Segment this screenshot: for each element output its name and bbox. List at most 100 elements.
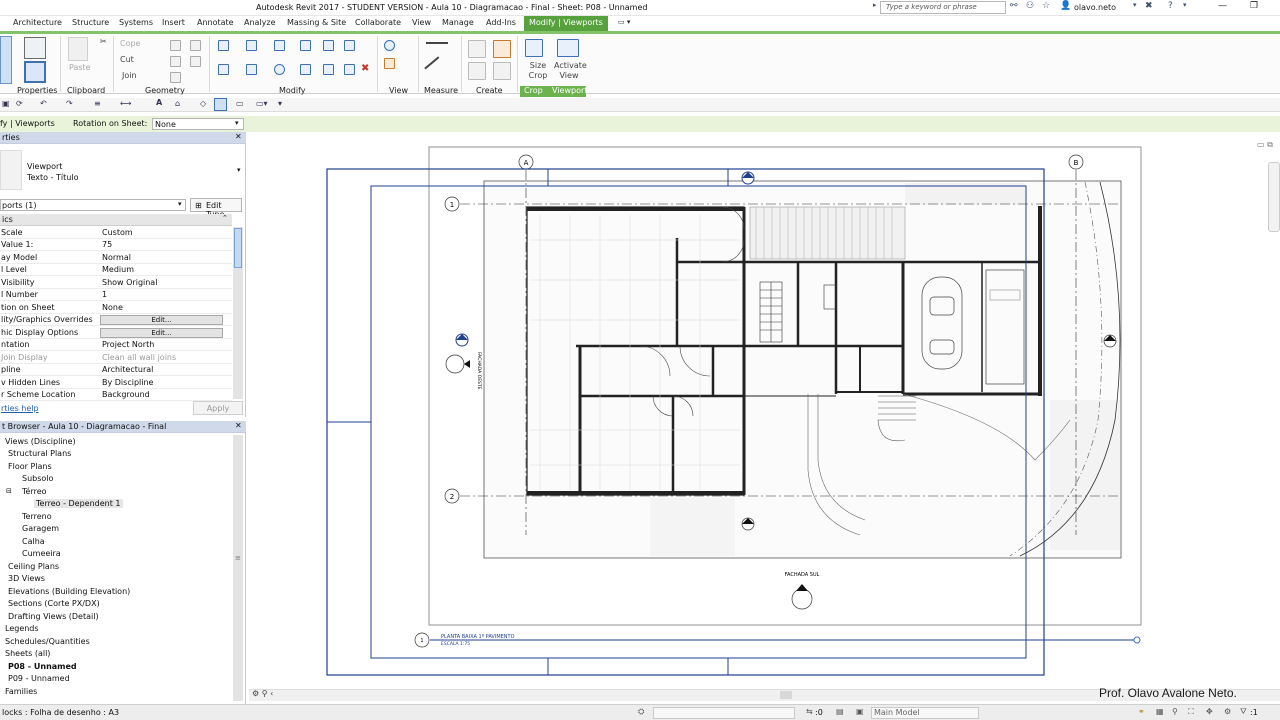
browser-node[interactable]: Families — [5, 687, 37, 696]
paste-icon[interactable] — [68, 37, 88, 61]
tab-analyze[interactable]: Analyze — [244, 18, 276, 27]
property-row[interactable]: Value 1: 75 — [0, 239, 232, 251]
browser-node[interactable]: Sheets (all) — [5, 649, 50, 658]
design-options-select-icon[interactable]: ▣ — [856, 707, 864, 716]
workset-icon[interactable]: ⛭ — [638, 707, 644, 717]
switch-windows-icon[interactable]: ▭ — [236, 99, 244, 108]
help-icon[interactable]: ? — [1168, 1, 1173, 11]
split-gap-icon[interactable] — [344, 40, 355, 51]
join-button[interactable]: Join — [122, 71, 137, 80]
tab-architecture[interactable]: Architecture — [13, 18, 62, 27]
create-parts-icon[interactable] — [493, 62, 511, 80]
align-icon[interactable] — [218, 40, 229, 51]
tab-annotate[interactable]: Annotate — [197, 18, 234, 27]
properties-help-link[interactable]: rties help — [1, 404, 39, 413]
array-icon[interactable] — [323, 64, 334, 75]
browser-node[interactable]: Views (Discipline) — [5, 437, 76, 446]
communication-icon[interactable]: ⚇ — [1026, 1, 1034, 11]
view-control-icons[interactable]: ⚙ ⚲ ‹ — [252, 689, 273, 698]
geometry-tool-icon[interactable] — [170, 72, 181, 83]
chevron-right-icon[interactable]: ▸ — [873, 1, 877, 9]
measure-icon[interactable] — [426, 42, 448, 44]
settings-icon[interactable]: ⚙ — [1224, 707, 1231, 716]
cut-scissors-icon[interactable]: ✂ — [100, 37, 107, 46]
edit-type-button[interactable]: ⊞ Edit Type — [190, 198, 242, 219]
dimension-icon[interactable] — [424, 56, 450, 82]
browser-node[interactable]: Cumeeira — [22, 549, 61, 558]
browser-node-current[interactable]: P08 - Unnamed — [8, 662, 77, 671]
3d-view-icon[interactable]: ⌂ — [175, 99, 180, 108]
property-row[interactable]: Visibility Show Original — [0, 277, 232, 289]
browser-node[interactable]: Drafting Views (Detail) — [8, 612, 99, 621]
browser-node[interactable]: Elevations (Building Elevation) — [8, 587, 130, 596]
design-options-icon[interactable]: ▤ — [836, 707, 844, 716]
chevron-down-icon[interactable]: ▾ — [1133, 1, 1137, 9]
user-name[interactable]: olavo.neto — [1074, 3, 1116, 12]
property-row[interactable]: ay Model Normal — [0, 252, 232, 264]
undo-icon[interactable]: ↶ — [40, 99, 47, 108]
browser-node[interactable]: Sections (Corte PX/DX) — [8, 599, 100, 608]
browser-node[interactable]: Structural Plans — [8, 449, 71, 458]
rotation-select[interactable]: None ▾ — [152, 118, 244, 130]
browser-node-selected[interactable]: Terreo - Dependent 1 — [34, 499, 123, 508]
browser-node[interactable]: Terreno — [22, 512, 52, 521]
tab-structure[interactable]: Structure — [72, 18, 109, 27]
chevron-down-icon[interactable]: ▾ — [1183, 1, 1187, 9]
pinned-icon[interactable]: ⚲ — [1172, 707, 1178, 716]
browser-scrollbar[interactable] — [233, 435, 243, 701]
tab-massing-site[interactable]: Massing & Site — [287, 18, 346, 27]
drawing-area[interactable]: A B 1 2 FACHADA OESTE FACHADA SUL 1 PLAN… — [249, 132, 1280, 704]
workset-select[interactable] — [653, 707, 795, 719]
browser-node[interactable]: Schedules/Quantities — [5, 637, 90, 646]
properties-section-graphics[interactable]: ics ⌃ — [0, 214, 232, 226]
property-row[interactable]: ntation Project North — [0, 339, 232, 351]
browser-node[interactable]: Ceiling Plans — [8, 562, 59, 571]
create-similar-icon[interactable] — [468, 62, 486, 80]
tab-options-icon[interactable]: ▭ ▾ — [618, 18, 630, 26]
text-icon[interactable]: A — [156, 98, 162, 107]
cut-button[interactable]: Cut — [120, 55, 134, 64]
exchange-icon[interactable]: ✖ — [1145, 1, 1153, 11]
minimize-icon[interactable]: — — [1218, 1, 1227, 11]
property-row[interactable]: l Number 1 — [0, 289, 232, 301]
property-row[interactable]: r Scheme Location Background — [0, 389, 232, 401]
property-row[interactable]: Join Display Clean all wall joins — [0, 352, 232, 364]
browser-node[interactable]: Floor Plans — [8, 462, 52, 471]
edit-display-options-button[interactable]: Edit... — [100, 328, 223, 338]
tab-collaborate[interactable]: Collaborate — [355, 18, 401, 27]
drag-elements-icon[interactable]: ✥ — [1206, 707, 1213, 716]
mirror-draw-icon[interactable] — [300, 40, 311, 51]
modify-button[interactable] — [0, 36, 12, 84]
search-input[interactable]: Type a keyword or phrase — [880, 1, 1006, 14]
geometry-tool-icon[interactable] — [170, 56, 181, 67]
close-icon[interactable]: ✕ — [235, 421, 242, 430]
redo-icon[interactable]: ↷ — [66, 99, 73, 108]
property-row[interactable]: pline Architectural — [0, 364, 232, 376]
main-model-select[interactable]: Main Model — [871, 707, 979, 719]
measure-small-icon[interactable]: ⟷ — [120, 99, 131, 108]
browser-node[interactable]: Legends — [5, 624, 39, 633]
properties-icon[interactable] — [24, 37, 46, 59]
create-group-icon[interactable] — [468, 40, 486, 58]
property-row[interactable]: l Level Medium — [0, 264, 232, 276]
tab-view[interactable]: View — [412, 18, 431, 27]
sheet-drawing[interactable]: A B 1 2 FACHADA OESTE FACHADA SUL 1 PLAN… — [249, 132, 1280, 704]
mirror-pick-icon[interactable] — [274, 40, 285, 51]
close-hidden-windows-icon[interactable] — [214, 98, 227, 111]
maximize-icon[interactable]: ❐ — [1250, 1, 1258, 11]
browser-node[interactable]: P09 - Unnamed — [8, 674, 70, 683]
browser-node[interactable]: Térreo — [22, 487, 47, 496]
underlay-icon[interactable]: ▦ — [1156, 707, 1164, 716]
scroll-thumb[interactable] — [780, 691, 792, 699]
star-icon[interactable]: ☆ — [1042, 1, 1050, 11]
type-properties-icon[interactable] — [24, 61, 46, 83]
property-row[interactable]: tion on Sheet None — [0, 302, 232, 314]
editing-requests-icon[interactable]: ⇆ — [806, 707, 813, 716]
edit-overrides-button[interactable]: Edit... — [100, 315, 223, 325]
geometry-tool-icon[interactable] — [190, 40, 201, 51]
activate-view-button[interactable]: Activate View — [554, 61, 587, 81]
scale-icon[interactable] — [344, 64, 355, 75]
browser-node[interactable]: Garagem — [22, 524, 59, 533]
navigation-bar[interactable] — [1268, 162, 1280, 232]
property-row[interactable]: Scale Custom — [0, 227, 232, 239]
